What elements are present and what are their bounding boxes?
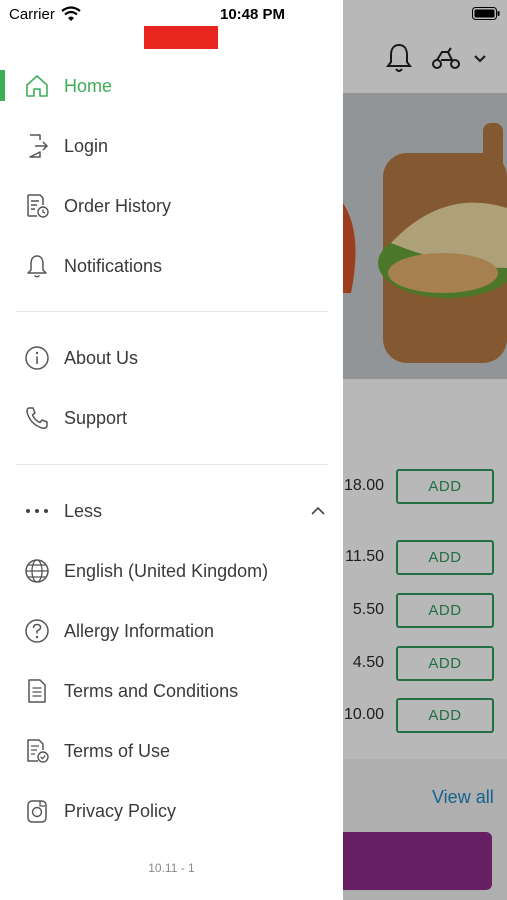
divider [16, 464, 328, 465]
menu-item-label: About Us [64, 347, 139, 368]
menu-item-label: Privacy Policy [64, 800, 177, 821]
menu-item-terms-of-use[interactable]: Terms of Use [0, 725, 343, 777]
menu-item-allergy-information[interactable]: Allergy Information [0, 605, 343, 657]
menu-item-label: English (United Kingdom) [64, 560, 269, 581]
document-check-icon [24, 738, 50, 764]
menu-item-language[interactable]: English (United Kingdom) [0, 545, 343, 597]
menu-item-label: Home [64, 75, 113, 96]
globe-icon [24, 558, 50, 584]
menu-item-label: Allergy Information [64, 620, 215, 641]
menu-item-notifications[interactable]: Notifications [0, 240, 343, 292]
more-dots-icon [24, 498, 50, 524]
menu-item-label: Support [64, 407, 128, 428]
carrier-label: Carrier [9, 6, 55, 23]
menu-item-less-toggle[interactable]: Less [0, 485, 343, 537]
wifi-icon [61, 6, 81, 22]
info-icon [24, 345, 50, 371]
phone-icon [24, 405, 50, 431]
menu-item-login[interactable]: Login [0, 120, 343, 172]
brand-logo [144, 26, 218, 49]
menu-item-label: Order History [64, 195, 172, 216]
menu-item-label: Less [64, 500, 103, 521]
menu-item-support[interactable]: Support [0, 392, 343, 444]
menu-item-label: Login [64, 135, 109, 156]
home-icon [24, 73, 50, 99]
question-icon [24, 618, 50, 644]
document-icon [24, 678, 50, 704]
side-drawer: Carrier 10:48 PM Home Login Order Histor… [0, 0, 343, 900]
menu-item-home[interactable]: Home [0, 60, 343, 112]
menu-item-order-history[interactable]: Order History [0, 180, 343, 232]
privacy-icon [24, 798, 50, 824]
menu-item-terms-and-conditions[interactable]: Terms and Conditions [0, 665, 343, 717]
order-history-icon [24, 193, 50, 219]
menu-item-about-us[interactable]: About Us [0, 332, 343, 384]
menu-item-label: Notifications [64, 255, 163, 276]
chevron-up-icon[interactable] [309, 504, 327, 518]
status-time: 10:48 PM [220, 6, 286, 23]
bell-icon [24, 253, 50, 279]
menu-item-privacy-policy[interactable]: Privacy Policy [0, 785, 343, 837]
menu-item-label: Terms and Conditions [64, 680, 239, 701]
app-version: 10.11 - 1 [148, 861, 195, 875]
login-icon [24, 133, 50, 159]
divider [16, 311, 328, 312]
menu-item-label: Terms of Use [64, 740, 171, 761]
